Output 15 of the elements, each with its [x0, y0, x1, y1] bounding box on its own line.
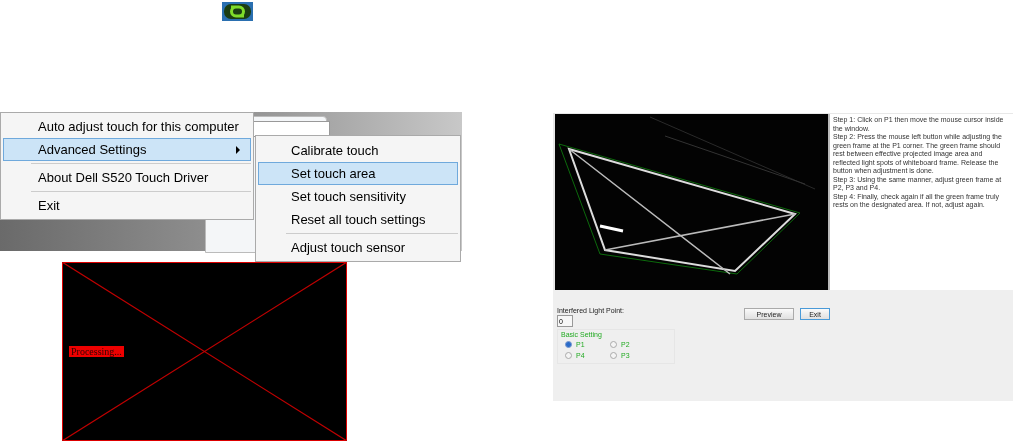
menu-item[interactable]: Auto adjust touch for this computer: [3, 115, 251, 138]
menu-item[interactable]: Calibrate touch: [258, 139, 458, 162]
status-label: Processing...: [69, 346, 124, 357]
menu-item[interactable]: Set touch sensitivity: [258, 185, 458, 208]
menu-item[interactable]: Exit: [3, 194, 251, 217]
menu-item[interactable]: Reset all touch settings: [258, 208, 458, 231]
chain-link-icon[interactable]: [222, 2, 253, 21]
radio-button[interactable]: [610, 341, 617, 348]
radio-button[interactable]: [610, 352, 617, 359]
menu-item[interactable]: About Dell S520 Touch Driver: [3, 166, 251, 189]
menu-item[interactable]: Adjust touch sensor: [258, 236, 458, 259]
radio-button[interactable]: [565, 341, 572, 348]
menu-item[interactable]: Advanced Settings: [3, 138, 251, 161]
radio-button[interactable]: [565, 352, 572, 359]
menu-item[interactable]: Set touch area: [258, 162, 458, 185]
